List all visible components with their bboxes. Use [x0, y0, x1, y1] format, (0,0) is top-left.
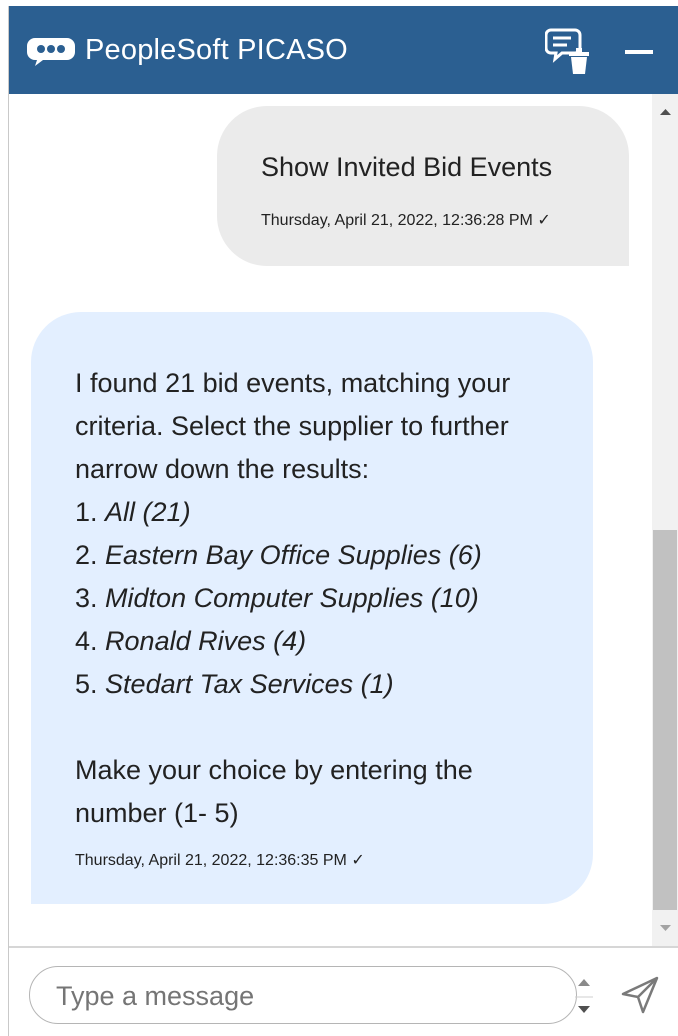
bot-message-text: I found 21 bid events, matching your cri…: [75, 362, 575, 835]
scroll-up-button[interactable]: [652, 94, 678, 128]
option-label: Ronald Rives (4): [105, 626, 307, 656]
message-line: I found 21 bid events, matching your: [75, 368, 511, 398]
send-icon: [621, 976, 659, 1014]
scrollbar-thumb[interactable]: [653, 530, 677, 910]
option-number: 5.: [75, 669, 98, 699]
option-number: 4.: [75, 626, 98, 656]
message-line: number (1- 5): [75, 798, 239, 828]
option-item-5[interactable]: 5. Stedart Tax Services (1): [75, 663, 575, 706]
chat-title: PeopleSoft PICASO: [85, 34, 348, 66]
message-scrollbar[interactable]: [652, 94, 678, 946]
triangle-up-icon: [660, 109, 671, 115]
message-timestamp: Thursday, April 21, 2022, 12:36:35 PM ✓: [75, 852, 365, 869]
option-item-3[interactable]: 3. Midton Computer Supplies (10): [75, 577, 575, 620]
scroll-down-button[interactable]: [652, 912, 678, 946]
triangle-down-icon: [660, 925, 671, 931]
minimize-icon: [625, 50, 653, 54]
message-line: narrow down the results:: [75, 454, 370, 484]
chat-bubble-dots-icon: [27, 38, 75, 66]
option-number: 1.: [75, 497, 98, 527]
message-timestamp: Thursday, April 21, 2022, 12:36:28 PM ✓: [261, 212, 551, 229]
option-label: All (21): [105, 497, 191, 527]
clear-conversation-icon: [544, 28, 589, 74]
spinner-arrows-icon[interactable]: [569, 970, 599, 1024]
user-message-bubble: Show Invited Bid Events Thursday, April …: [217, 106, 629, 266]
option-item-2[interactable]: 2. Eastern Bay Office Supplies (6): [75, 534, 575, 577]
message-input[interactable]: [54, 975, 538, 1017]
option-item-4[interactable]: 4. Ronald Rives (4): [75, 620, 575, 663]
clear-conversation-button[interactable]: [544, 28, 593, 74]
option-label: Midton Computer Supplies (10): [105, 583, 479, 613]
option-number: 2.: [75, 540, 98, 570]
user-message-text: Show Invited Bid Events: [261, 152, 553, 182]
message-line: criteria. Select the supplier to further: [75, 411, 509, 441]
minimize-button[interactable]: [621, 30, 657, 70]
message-line: Make your choice by entering the: [75, 755, 473, 785]
send-button[interactable]: [619, 974, 661, 1016]
message-input-box[interactable]: [29, 966, 577, 1024]
option-item-1[interactable]: 1. All (21): [75, 491, 575, 534]
bot-message-bubble: I found 21 bid events, matching your cri…: [31, 312, 593, 904]
option-label: Stedart Tax Services (1): [105, 669, 394, 699]
option-label: Eastern Bay Office Supplies (6): [105, 540, 482, 570]
composer: [9, 946, 678, 1036]
message-list: Show Invited Bid Events Thursday, April …: [9, 94, 652, 946]
option-number: 3.: [75, 583, 98, 613]
chat-window: PeopleSoft PICASO Show Invited Bid Event…: [8, 6, 678, 1036]
chat-header: PeopleSoft PICASO: [9, 6, 678, 94]
